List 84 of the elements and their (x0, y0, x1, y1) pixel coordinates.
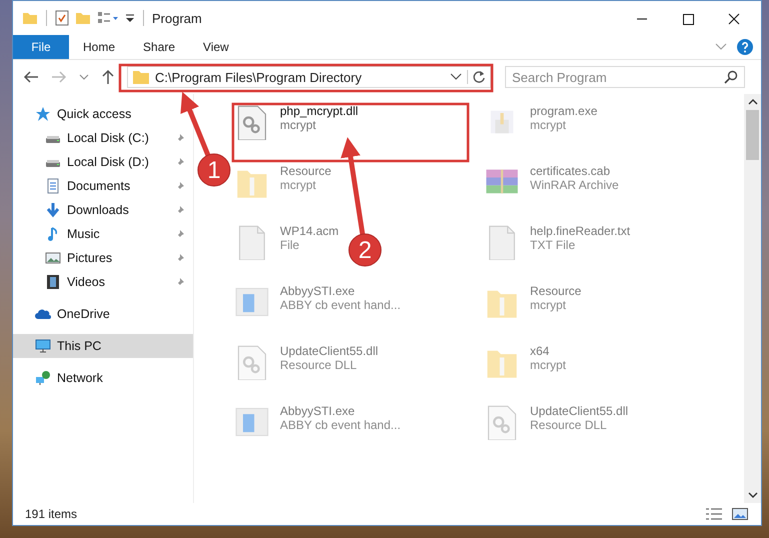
network-icon (35, 370, 51, 386)
file-name: AbbyySTI.exe (280, 404, 356, 418)
file-name: help.fineReader.txt (530, 224, 630, 238)
file-type: ABBY cb event hand... (280, 298, 401, 312)
up-arrow-icon[interactable] (101, 69, 115, 85)
ribbon-tab[interactable]: Share (129, 35, 190, 59)
file-type: mcrypt (530, 298, 567, 312)
file-name: x64 (530, 344, 550, 358)
sidebar-item[interactable]: Pictures (13, 246, 193, 270)
file-name: program.exe (530, 104, 598, 118)
file-type: mcrypt (280, 178, 317, 192)
ribbon-tab[interactable]: Home (69, 35, 130, 59)
file-type: ABBY cb event hand... (280, 418, 401, 432)
file-item[interactable]: program.exe mcrypt (480, 100, 602, 144)
view-options-icon[interactable] (97, 11, 119, 25)
large-icons-view-icon[interactable] (731, 507, 749, 521)
file-item[interactable]: Resource mcrypt (230, 160, 336, 204)
monitor-icon (35, 338, 51, 354)
file-item[interactable]: x64 mcrypt (480, 340, 570, 384)
sidebar-item[interactable]: Documents (13, 174, 193, 198)
file-type: mcrypt (530, 118, 567, 132)
file-name: UpdateClient55.dll (530, 404, 628, 418)
step-number: 2 (358, 237, 372, 264)
chevron-down-icon[interactable] (450, 73, 462, 81)
file-item[interactable]: UpdateClient55.dll Resource DLL (230, 340, 382, 384)
file-name: AbbyySTI.exe (280, 284, 356, 298)
details-view-icon[interactable] (705, 507, 723, 521)
search-field[interactable]: Search Program (505, 66, 745, 88)
file-item[interactable]: AbbyySTI.exe ABBY cb event hand... (230, 280, 405, 324)
help-icon[interactable] (737, 39, 753, 55)
file-name: UpdateClient55.dll (280, 344, 378, 358)
address-path: C:\Program Files\Program Directory (155, 70, 363, 84)
ribbon-tab[interactable]: View (189, 35, 243, 59)
scroll-down-icon[interactable] (748, 491, 758, 499)
file-item[interactable]: php_mcrypt.dll mcrypt (230, 100, 362, 144)
file-item[interactable]: Resource mcrypt (480, 280, 586, 324)
file-name: Resource (530, 284, 582, 298)
properties-icon[interactable] (55, 10, 69, 26)
window-title: Program (152, 10, 202, 26)
file-type: Resource DLL (280, 358, 358, 372)
sidebar-item[interactable]: OneDrive (13, 302, 193, 326)
dropdown-icon[interactable] (125, 12, 135, 24)
file-type: Resource DLL (530, 418, 608, 432)
sidebar-item[interactable]: Network (13, 366, 193, 390)
file-item[interactable]: WP14.acm File (230, 220, 343, 264)
file-name: certificates.cab (530, 164, 612, 178)
back-arrow-icon[interactable] (23, 70, 39, 84)
file-item[interactable]: help.fineReader.txt TXT File (480, 220, 634, 264)
file-name: php_mcrypt.dll (280, 104, 358, 118)
sidebar-item[interactable]: Music (13, 222, 193, 246)
film-icon (45, 274, 61, 290)
file-type: WinRAR Archive (530, 178, 619, 192)
folder-icon (22, 11, 38, 25)
file-item[interactable]: AbbyySTI.exe ABBY cb event hand... (230, 400, 405, 444)
sidebar-item[interactable]: Local Disk (C:) (13, 126, 193, 150)
scroll-thumb[interactable] (746, 110, 759, 160)
download-arrow-icon (45, 202, 61, 218)
step-number: 1 (207, 157, 221, 184)
file-type: TXT File (530, 238, 576, 252)
sidebar-item[interactable]: Quick access (13, 102, 193, 126)
picture-icon (45, 250, 61, 266)
search-icon (724, 70, 738, 84)
file-type: mcrypt (530, 358, 566, 372)
item-count: 191 items (25, 507, 78, 521)
file-type: File (280, 238, 300, 252)
ribbon-tab[interactable]: File (13, 35, 69, 59)
recent-chevron-icon[interactable] (79, 73, 89, 81)
step-badge (348, 234, 382, 266)
sidebar-item[interactable]: This PC (13, 334, 193, 358)
star-icon (35, 106, 51, 122)
file-name: WP14.acm (280, 224, 339, 238)
scroll-up-icon[interactable] (748, 98, 758, 106)
sidebar-item[interactable]: Downloads (13, 198, 193, 222)
address-bar[interactable]: C:\Program Files\Program Directory (127, 66, 491, 88)
scrollbar[interactable] (744, 94, 761, 503)
file-item[interactable]: certificates.cab WinRAR Archive (480, 160, 623, 204)
file-type: mcrypt (280, 118, 317, 132)
file-item[interactable]: UpdateClient55.dll Resource DLL (480, 400, 632, 444)
folder-icon (132, 69, 150, 85)
sidebar-item[interactable]: Videos (13, 270, 193, 294)
file-name: Resource (280, 164, 332, 178)
document-icon (45, 178, 61, 194)
step-badge (198, 154, 230, 186)
sidebar-item[interactable]: Local Disk (D:) (13, 150, 193, 174)
